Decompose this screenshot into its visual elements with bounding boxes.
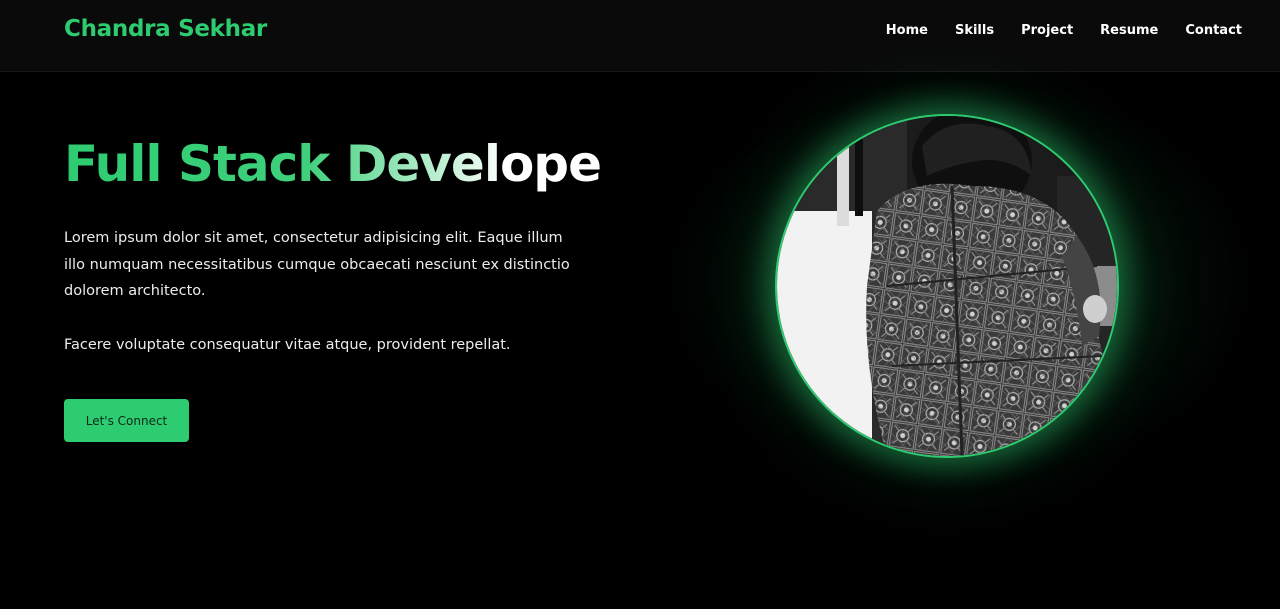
navbar: Chandra Sekhar Home Skills Project Resum… [0, 0, 1280, 72]
profile-photo-image [777, 116, 1117, 456]
hero-intro: Full Stack Developer Lorem ipsum dolor s… [64, 132, 626, 358]
nav-link-skills[interactable]: Skills [955, 23, 994, 38]
hero-title: Full Stack Developer [64, 132, 626, 196]
hero-note: Facere voluptate consequatur vitae atque… [64, 336, 511, 353]
nav-link-contact[interactable]: Contact [1185, 23, 1242, 38]
lets-connect-button[interactable]: Let's Connect [64, 399, 189, 442]
profile-photo [775, 114, 1119, 458]
nav-link-home[interactable]: Home [886, 23, 928, 38]
hero-description: Lorem ipsum dolor sit amet, consectetur … [64, 230, 570, 299]
brand-logo[interactable]: Chandra Sekhar [64, 16, 267, 42]
nav-links: Home Skills Project Resume Contact [886, 23, 1242, 38]
nav-link-project[interactable]: Project [1021, 23, 1073, 38]
nav-link-resume[interactable]: Resume [1100, 23, 1158, 38]
